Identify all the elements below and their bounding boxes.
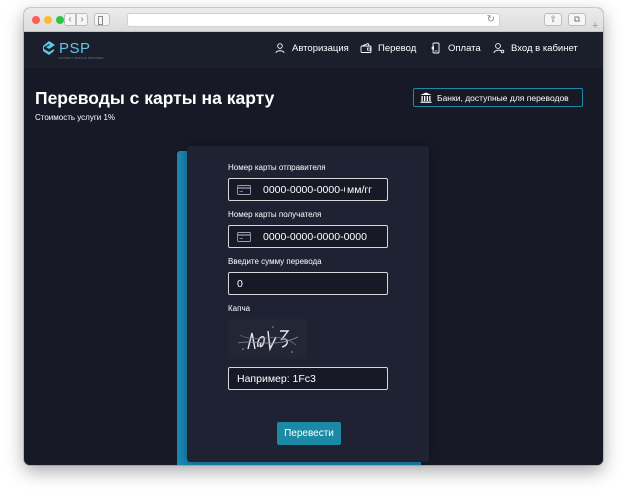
captcha-image [228, 319, 307, 359]
close-window-button[interactable] [32, 16, 40, 24]
nav-auth-label: Авторизация [292, 42, 349, 54]
user-key-icon [493, 43, 505, 54]
reload-icon[interactable]: ↻ [487, 14, 495, 26]
share-button[interactable]: ⇧ [544, 13, 562, 26]
captcha-input[interactable]: Например: 1Fc3 [228, 367, 388, 390]
tabs-overview-button[interactable]: ⧉ [568, 13, 586, 26]
wallet-icon [360, 42, 372, 53]
forward-button[interactable]: › [76, 13, 88, 26]
logo-subtext: PAYMENT SERVICE PROVIDER [59, 56, 104, 60]
sender-card-label: Номер карты отправителя [228, 163, 326, 172]
minimize-window-button[interactable] [44, 16, 52, 24]
amount-label: Введите сумму перевода [228, 257, 322, 266]
bank-icon [420, 92, 432, 103]
user-icon [275, 43, 285, 54]
nav-cabinet-label: Вход в кабинет [511, 42, 578, 54]
nav-auth[interactable]: Авторизация [274, 42, 349, 54]
receiver-card-label: Номер карты получателя [228, 210, 322, 219]
page-subtitle: Стоимость услуги 1% [35, 113, 116, 122]
page-title: Переводы с карты на карту [35, 88, 275, 108]
site-header: PSP PAYMENT SERVICE PROVIDER Авторизация… [24, 32, 603, 68]
nav-transfer[interactable]: Перевод [360, 42, 416, 54]
logo-text: PSP [59, 40, 91, 57]
nav-payment[interactable]: Оплата [430, 42, 481, 54]
logo[interactable]: PSP PAYMENT SERVICE PROVIDER [41, 40, 121, 62]
main-content: Переводы с карты на карту Стоимость услу… [24, 68, 603, 465]
transfer-form: Номер карты отправителя 0000-0000-0000-0… [187, 146, 429, 462]
nav-transfer-label: Перевод [378, 42, 417, 54]
amount-input[interactable]: 0 [228, 272, 388, 295]
browser-window: ‹ › ↻ ⇧ ⧉ + PSP PAYMENT SERVICE PROVIDER… [24, 8, 603, 465]
credit-card-icon [237, 231, 251, 242]
nav-payment-label: Оплата [448, 42, 481, 54]
captcha-placeholder: Например: 1Fc3 [237, 372, 316, 385]
sender-card-input[interactable]: 0000-0000-0000-0000 мм/гг [228, 178, 388, 201]
address-bar[interactable]: ↻ [127, 13, 500, 27]
amount-value: 0 [237, 277, 243, 290]
psp-logo-icon [43, 41, 55, 55]
receiver-card-value: 0000-0000-0000-0000 [263, 230, 367, 243]
new-tab-button[interactable]: + [592, 20, 598, 32]
receiver-card-input[interactable]: 0000-0000-0000-0000 [228, 225, 388, 248]
banks-button[interactable]: Банки, доступные для переводов [413, 88, 583, 107]
captcha-label: Капча [228, 304, 251, 313]
nav-cabinet[interactable]: Вход в кабинет [493, 42, 578, 54]
expiry-input[interactable]: мм/гг [345, 184, 373, 196]
credit-card-icon [237, 184, 251, 195]
back-button[interactable]: ‹ [64, 13, 76, 26]
zoom-window-button[interactable] [56, 16, 64, 24]
browser-toolbar: ‹ › ↻ ⇧ ⧉ + [24, 8, 603, 32]
banks-button-label: Банки, доступные для переводов [437, 92, 569, 103]
payment-icon [431, 42, 440, 54]
sidebar-toggle-button[interactable] [94, 13, 110, 26]
submit-transfer-button[interactable]: Перевести [277, 422, 341, 445]
